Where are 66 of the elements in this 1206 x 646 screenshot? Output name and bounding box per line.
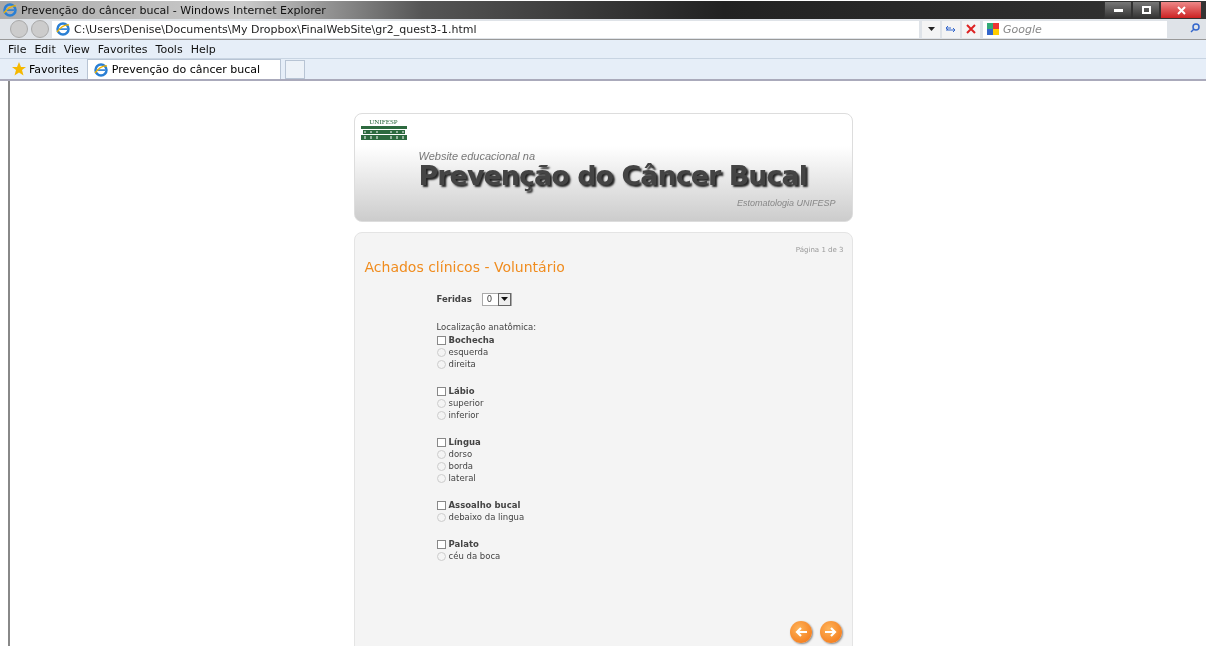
back-button[interactable]	[10, 20, 28, 38]
address-field[interactable]: C:\Users\Denise\Documents\My Dropbox\FinalWebSite\gr2_quest3-1.html	[52, 20, 919, 38]
browser-icon	[93, 62, 108, 77]
checkbox[interactable]	[436, 539, 446, 549]
right-arrow-icon	[824, 627, 837, 637]
caret-icon	[927, 27, 935, 31]
checkbox-label: Lábio	[448, 386, 475, 397]
checkbox-label: Palato	[448, 539, 479, 550]
subtitle: Website educacional na	[418, 150, 536, 162]
left-arrow-icon	[794, 627, 807, 637]
checkbox-label: Bochecha	[448, 335, 495, 346]
field-label: Feridas	[436, 294, 472, 305]
window-title: Prevenção do câncer bucal - Windows Internet Explorer	[21, 3, 326, 17]
menu-item[interactable]: View	[63, 42, 90, 56]
back-button[interactable]	[789, 621, 812, 643]
radio-label: céu da boca	[448, 551, 501, 562]
search-icon[interactable]	[1190, 22, 1200, 33]
arrows-icon	[946, 26, 956, 32]
search-engine-icon	[987, 23, 999, 35]
maximize-button[interactable]	[1132, 1, 1160, 19]
favorites-button[interactable]: Favorites	[8, 62, 83, 76]
close-icon	[1176, 5, 1186, 15]
minimize-button[interactable]	[1104, 1, 1132, 19]
form-heading: Achados clínicos - Voluntário	[364, 259, 565, 276]
checkbox-label: Língua	[448, 437, 481, 448]
close-icon	[966, 24, 976, 34]
checkbox[interactable]	[436, 500, 446, 510]
browser-icon	[3, 3, 17, 17]
dropdown-button[interactable]	[922, 20, 940, 38]
refresh-button[interactable]	[942, 20, 960, 38]
menu-item[interactable]: Favorites	[97, 42, 148, 56]
new-tab-button[interactable]	[285, 59, 306, 79]
restore-icon	[1141, 6, 1151, 14]
section-label: Localização anatômica:	[436, 321, 537, 334]
radio-label: superior	[448, 398, 484, 409]
stop-button[interactable]	[962, 20, 980, 38]
checkbox[interactable]	[436, 437, 446, 447]
url-text: C:\Users\Denise\Documents\My Dropbox\FinalWebSite\gr2_quest3-1.html	[74, 22, 477, 36]
forward-button[interactable]	[31, 20, 49, 38]
menu-item[interactable]: File	[8, 42, 27, 56]
radio-label: dorso	[448, 449, 473, 460]
browser-icon	[56, 22, 70, 36]
menu-item[interactable]: Edit	[34, 42, 56, 56]
radio-label: inferior	[448, 410, 480, 421]
close-button[interactable]	[1160, 1, 1202, 19]
menu-item[interactable]: Tools	[155, 42, 183, 56]
menu-item[interactable]: Help	[190, 42, 216, 56]
browser-tab[interactable]: Prevenção do câncer bucal	[86, 59, 282, 79]
credit-text: Estomatologia UNIFESP	[736, 198, 836, 208]
search-placeholder: Google	[1003, 22, 1042, 36]
radio-label: debaixo da lingua	[448, 512, 525, 523]
caret-icon	[500, 297, 508, 302]
star-icon	[12, 62, 26, 76]
site-title: Prevenção do Câncer Bucal	[418, 160, 808, 191]
checkbox[interactable]	[436, 335, 446, 345]
radio-label: esquerda	[448, 347, 489, 358]
radio-label: borda	[448, 461, 474, 472]
radio-label: lateral	[448, 473, 476, 484]
dropdown-field[interactable]: 0	[481, 292, 512, 306]
building-logo-icon	[360, 126, 407, 142]
search-field[interactable]: Google	[983, 20, 1167, 38]
next-button[interactable]	[819, 621, 842, 643]
checkbox-label: Assoalho bucal	[448, 500, 521, 511]
minimize-icon	[1113, 8, 1123, 12]
radio-label: direita	[448, 359, 476, 370]
checkbox[interactable]	[436, 386, 446, 396]
